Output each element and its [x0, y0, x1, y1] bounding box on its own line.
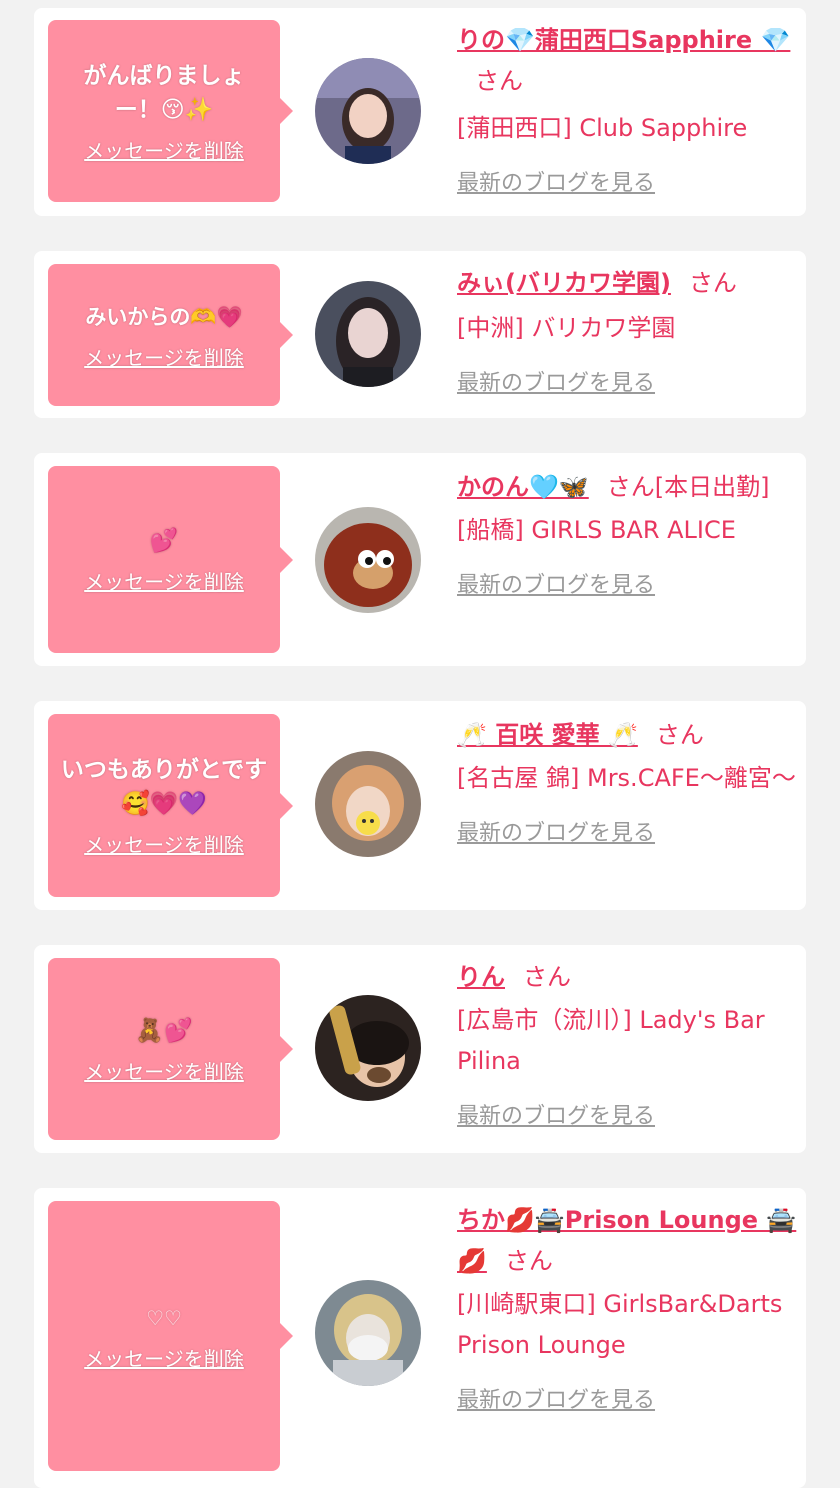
user-name-link[interactable]: りの💎蒲田西口Sapphire 💎	[457, 26, 790, 54]
message-bubble: みいからの🫶💗 メッセージを削除	[48, 264, 293, 406]
shop-name: [蒲田西口] Club Sapphire	[457, 114, 748, 142]
latest-blog-link[interactable]: 最新のブログを見る	[457, 565, 797, 606]
shop-name: [中洲] バリカワ学園	[457, 314, 676, 342]
avatar[interactable]	[315, 995, 421, 1101]
honorific: さん	[475, 67, 523, 95]
latest-blog-link[interactable]: 最新のブログを見る	[457, 813, 797, 854]
message-card: がんばりましょー！😚✨ メッセージを削除 りの💎蒲田西口Sapphire 💎 さん…	[34, 8, 806, 216]
delete-message-link[interactable]: メッセージを削除	[84, 566, 244, 595]
user-info: りん さん [広島市（流川）] Lady's Bar Pilina 最新のブログを…	[457, 957, 797, 1137]
user-info: かのん🩵🦋 さん[本日出勤] [船橋] GIRLS BAR ALICE 最新のブロ…	[457, 467, 797, 606]
message-bubble: 🧸💕 メッセージを削除	[48, 958, 293, 1140]
latest-blog-link[interactable]: 最新のブログを見る	[457, 1096, 797, 1137]
delete-message-link[interactable]: メッセージを削除	[84, 1056, 244, 1085]
message-card: いつもありがとです🥰💗💜 メッセージを削除 🥂 百咲 愛華 🥂 さん [名古屋 錦…	[34, 701, 806, 910]
message-text: ♡♡	[146, 1305, 182, 1330]
latest-blog-link[interactable]: 最新のブログを見る	[457, 163, 797, 204]
latest-blog-link[interactable]: 最新のブログを見る	[457, 363, 797, 404]
shop-name: [川崎駅東口] GirlsBar&Darts Prison Lounge	[457, 1290, 783, 1359]
user-info: 🥂 百咲 愛華 🥂 さん [名古屋 錦] Mrs.CAFE〜離宮〜 最新のブログを…	[457, 715, 797, 854]
message-card: 🧸💕 メッセージを削除 りん さん [広島市（流川）] Lady's Bar Pi…	[34, 945, 806, 1153]
honorific: さん	[523, 963, 571, 991]
status-tag: [本日出勤]	[654, 473, 770, 501]
shop-name: [広島市（流川）] Lady's Bar Pilina	[457, 1006, 765, 1075]
message-text: いつもありがとです🥰💗💜	[60, 757, 268, 817]
message-bubble: ♡♡ メッセージを削除	[48, 1201, 293, 1471]
user-name-link[interactable]: りん	[457, 963, 505, 991]
avatar[interactable]	[315, 1280, 421, 1386]
message-text: みいからの🫶💗	[85, 304, 243, 329]
message-card: ♡♡ メッセージを削除 ちか💋🚔Prison Lounge 🚔💋 さん [川崎駅東…	[34, 1188, 806, 1488]
avatar[interactable]	[315, 58, 421, 164]
honorific: さん	[606, 473, 655, 501]
shop-name: [船橋] GIRLS BAR ALICE	[457, 516, 736, 544]
avatar[interactable]	[315, 281, 421, 387]
message-card: 💕 メッセージを削除 かのん🩵🦋 さん[本日出勤] [船橋] GIRLS BAR …	[34, 453, 806, 666]
message-bubble: 💕 メッセージを削除	[48, 466, 293, 653]
shop-name: [名古屋 錦] Mrs.CAFE〜離宮〜	[457, 764, 796, 792]
latest-blog-link[interactable]: 最新のブログを見る	[457, 1380, 797, 1421]
message-card: みいからの🫶💗 メッセージを削除 みぃ(バリカワ学園) さん [中洲] バリカワ学…	[34, 251, 806, 418]
message-text: 💕	[149, 528, 179, 554]
honorific: さん	[504, 1247, 553, 1275]
delete-message-link[interactable]: メッセージを削除	[84, 829, 244, 858]
delete-message-link[interactable]: メッセージを削除	[84, 1343, 244, 1372]
honorific: さん	[688, 269, 737, 297]
message-text: がんばりましょー！😚✨	[83, 62, 245, 123]
message-bubble: がんばりましょー！😚✨ メッセージを削除	[48, 20, 293, 202]
honorific: さん	[655, 721, 704, 749]
user-name-link[interactable]: 🥂 百咲 愛華 🥂	[457, 721, 638, 749]
delete-message-link[interactable]: メッセージを削除	[84, 342, 244, 371]
avatar[interactable]	[315, 507, 421, 613]
message-bubble: いつもありがとです🥰💗💜 メッセージを削除	[48, 714, 293, 897]
user-name-link[interactable]: かのん🩵🦋	[457, 473, 589, 501]
message-text: 🧸💕	[135, 1017, 193, 1044]
user-info: みぃ(バリカワ学園) さん [中洲] バリカワ学園 最新のブログを見る	[457, 263, 797, 404]
avatar[interactable]	[315, 751, 421, 857]
user-info: りの💎蒲田西口Sapphire 💎 さん [蒲田西口] Club Sapphire…	[457, 20, 797, 204]
user-info: ちか💋🚔Prison Lounge 🚔💋 さん [川崎駅東口] GirlsBar&…	[457, 1200, 797, 1421]
user-name-link[interactable]: みぃ(バリカワ学園)	[457, 269, 671, 297]
delete-message-link[interactable]: メッセージを削除	[84, 135, 244, 164]
